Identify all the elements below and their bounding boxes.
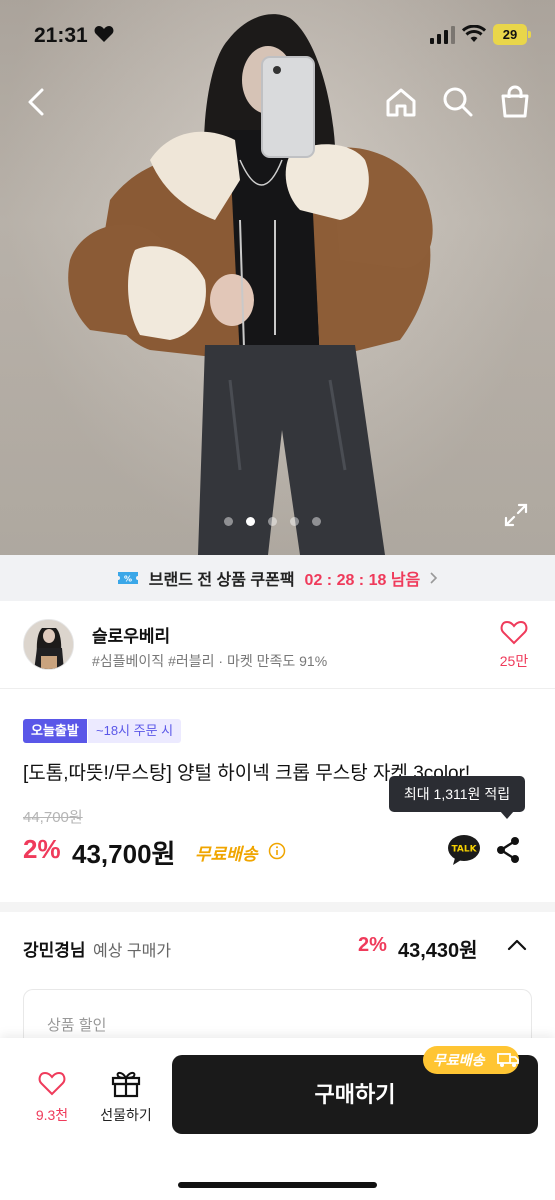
product-image-gallery[interactable]: 21:31 29 xyxy=(0,0,555,555)
expand-icon[interactable] xyxy=(503,502,529,528)
product-like-count: 9.3천 xyxy=(35,1107,69,1123)
battery-tip xyxy=(528,31,531,38)
kakao-talk-icon[interactable]: TALK xyxy=(447,834,481,866)
gallery-dot[interactable] xyxy=(290,517,299,526)
gift-button-label[interactable]: 선물하기 xyxy=(91,1105,161,1125)
info-icon[interactable] xyxy=(268,842,286,860)
shop-like-count: 25만 xyxy=(499,653,529,669)
status-bar: 21:31 29 xyxy=(0,0,555,70)
heart-icon xyxy=(94,26,114,42)
gallery-dot[interactable] xyxy=(224,517,233,526)
expected-price: 43,430원 xyxy=(398,940,478,962)
search-icon[interactable] xyxy=(440,84,476,120)
original-price: 44,700원 xyxy=(23,809,83,826)
sale-price: 43,700원 xyxy=(72,839,176,869)
coupon-banner[interactable]: % 브랜드 전 상품 쿠폰팩 02 : 28 : 18 남음 xyxy=(0,555,555,601)
wifi-icon xyxy=(462,25,486,42)
battery-charging-icon: 29 xyxy=(493,24,527,45)
coupon-timer: 02 : 28 : 18 남음 xyxy=(304,572,421,589)
gallery-dot-active[interactable] xyxy=(246,517,255,526)
gallery-pagination[interactable] xyxy=(224,517,321,526)
gallery-dot[interactable] xyxy=(312,517,321,526)
gallery-dot[interactable] xyxy=(268,517,277,526)
home-icon[interactable] xyxy=(383,84,419,120)
reward-tooltip: 최대 1,311원 적립 xyxy=(389,776,525,812)
expected-price-row[interactable]: 강민경님 예상 구매가 2% 43,430원 xyxy=(0,912,555,982)
battery-level: 29 xyxy=(502,27,518,42)
order-cutoff-badge: ~18시 주문 시 xyxy=(88,719,182,743)
share-icon[interactable] xyxy=(495,836,521,864)
talk-label: TALK xyxy=(451,845,477,855)
signal-icon xyxy=(430,26,455,44)
expected-discount-rate: 2% xyxy=(358,934,387,956)
gift-icon[interactable] xyxy=(110,1068,142,1098)
shop-info[interactable]: 슬로우베리 #심플베이직 #러블리 · 마켓 만족도 91% 25만 xyxy=(0,601,555,689)
coupon-ticket-icon: % xyxy=(117,572,138,584)
today-shipping-badge: 오늘출발 xyxy=(23,719,87,743)
svg-text:%: % xyxy=(124,575,132,584)
avatar[interactable] xyxy=(23,619,74,670)
back-arrow-icon[interactable] xyxy=(20,84,56,120)
expected-price-label: 예상 구매가 xyxy=(93,943,172,960)
product-discount-label: 상품 할인 xyxy=(47,1017,107,1034)
tooltip-tail xyxy=(500,811,514,819)
heart-outline-icon[interactable] xyxy=(38,1070,66,1096)
discount-rate: 2% xyxy=(23,834,61,864)
free-shipping-label: 무료배송 xyxy=(195,845,258,864)
coupon-text: 브랜드 전 상품 쿠폰팩 xyxy=(148,572,295,589)
bottom-action-bar: 9.3천 선물하기 구매하기 무료배송 xyxy=(0,1038,555,1200)
section-divider xyxy=(0,902,555,912)
shop-tags: #심플베이직 #러블리 · 마켓 만족도 91% xyxy=(92,653,328,669)
chevron-up-icon[interactable] xyxy=(507,936,527,954)
user-name: 강민경님 xyxy=(23,941,86,960)
status-time: 21:31 xyxy=(34,24,88,47)
truck-icon xyxy=(497,1053,519,1067)
home-indicator xyxy=(178,1182,377,1188)
shop-name[interactable]: 슬로우베리 xyxy=(92,622,170,647)
shopping-bag-icon[interactable] xyxy=(497,84,533,120)
chevron-right-icon xyxy=(430,572,438,584)
heart-outline-icon[interactable] xyxy=(500,619,528,645)
